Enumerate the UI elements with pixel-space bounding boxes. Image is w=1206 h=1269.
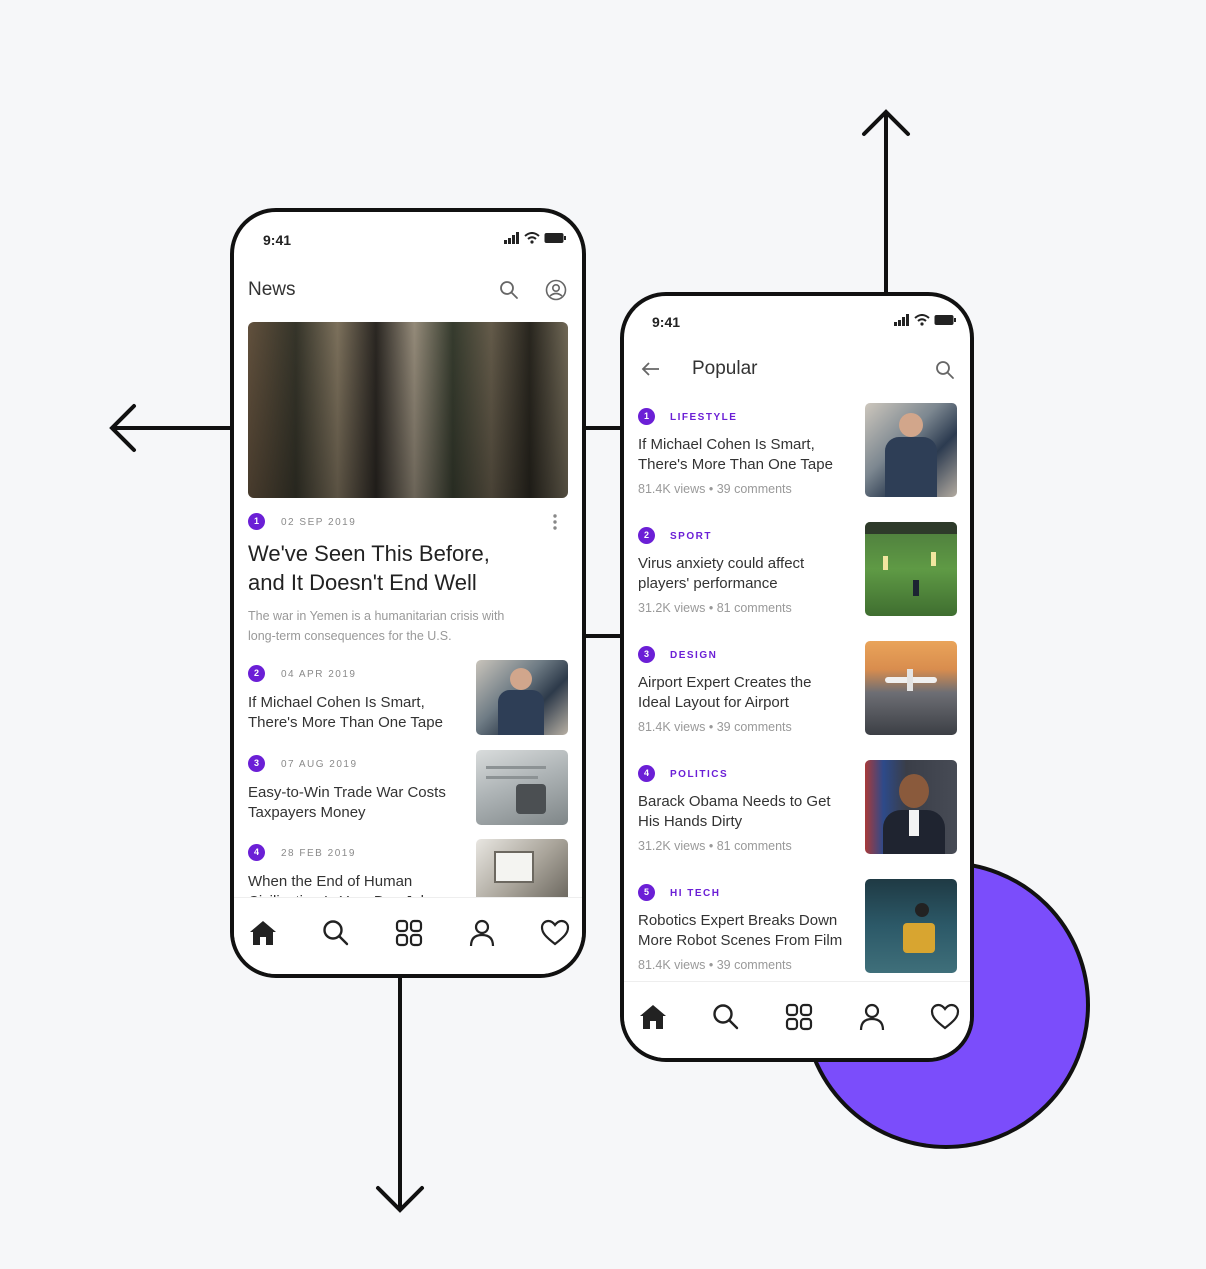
rank-badge: 3 <box>248 755 265 772</box>
article-headline: If Michael Cohen Is Smart, There's More … <box>248 693 443 733</box>
headline-line1: Easy-to-Win Trade War Costs <box>248 784 446 801</box>
article-thumbnail <box>476 750 568 825</box>
wifi-icon <box>524 232 540 244</box>
signal-icon <box>504 232 519 244</box>
profile-icon[interactable] <box>857 1002 887 1032</box>
headline-line2: players' performance <box>638 575 778 592</box>
right-phone-screen: 9:41 Popular 1 LIFESTYLE If Michael Cohe… <box>620 292 974 1062</box>
more-options-icon[interactable] <box>552 513 558 531</box>
page-title: News <box>248 279 296 300</box>
hero-summary-line2: long-term consequences for the U.S. <box>248 629 452 643</box>
bottom-navigation <box>624 981 970 1058</box>
headline-line1: Barack Obama Needs to Get <box>638 793 831 810</box>
rank-badge: 2 <box>638 527 655 544</box>
article-headline: Barack Obama Needs to Get His Hands Dirt… <box>638 792 831 832</box>
article-headline: Airport Expert Creates the Ideal Layout … <box>638 673 811 713</box>
search-icon[interactable] <box>321 918 351 948</box>
headline-line2: Taxpayers Money <box>248 804 366 821</box>
article-stats: 81.4K views • 39 comments <box>638 958 792 972</box>
rank-badge: 1 <box>248 513 265 530</box>
bottom-navigation <box>234 897 582 974</box>
category-label: SPORT <box>670 531 712 542</box>
status-icons <box>894 314 956 326</box>
heart-icon[interactable] <box>540 918 570 948</box>
rank-badge: 5 <box>638 884 655 901</box>
article-date: 07 AUG 2019 <box>281 759 358 770</box>
rank-badge: 4 <box>248 844 265 861</box>
back-arrow-icon[interactable] <box>640 360 662 378</box>
search-icon[interactable] <box>498 279 520 301</box>
headline-line1: Virus anxiety could affect <box>638 555 805 572</box>
hero-headline[interactable]: We've Seen This Before, and It Doesn't E… <box>248 539 490 597</box>
status-icons <box>504 232 566 244</box>
headline-line2: His Hands Dirty <box>638 813 743 830</box>
rank-badge: 2 <box>248 665 265 682</box>
category-label: HI TECH <box>670 888 721 899</box>
headline-line1: If Michael Cohen Is Smart, <box>248 694 425 711</box>
headline-line1: If Michael Cohen Is Smart, <box>638 436 815 453</box>
article-headline: Robotics Expert Breaks Down More Robot S… <box>638 911 842 951</box>
headline-line2: There's More Than One Tape <box>248 714 443 731</box>
home-icon[interactable] <box>638 1002 668 1032</box>
battery-icon <box>544 233 566 243</box>
page-title: Popular <box>692 358 758 379</box>
headline-line2: Ideal Layout for Airport <box>638 694 789 711</box>
grid-icon[interactable] <box>784 1002 814 1032</box>
article-headline: Easy-to-Win Trade War Costs Taxpayers Mo… <box>248 783 446 823</box>
hero-headline-line1: We've Seen This Before, <box>248 541 490 566</box>
status-time: 9:41 <box>652 314 681 330</box>
article-thumbnail <box>865 403 957 497</box>
category-label: DESIGN <box>670 650 718 661</box>
article-thumbnail <box>476 660 568 735</box>
signal-icon <box>894 314 909 326</box>
category-label: LIFESTYLE <box>670 412 738 423</box>
article-thumbnail <box>865 879 957 973</box>
home-icon[interactable] <box>248 918 278 948</box>
article-date: 02 SEP 2019 <box>281 517 357 528</box>
status-time: 9:41 <box>263 232 292 248</box>
article-date: 04 APR 2019 <box>281 669 357 680</box>
article-stats: 81.4K views • 39 comments <box>638 720 792 734</box>
headline-line1: When the End of Human <box>248 873 413 890</box>
grid-icon[interactable] <box>394 918 424 948</box>
article-thumbnail <box>865 522 957 616</box>
article-headline: If Michael Cohen Is Smart, There's More … <box>638 435 833 475</box>
battery-icon <box>934 315 956 325</box>
profile-icon[interactable] <box>467 918 497 948</box>
rank-badge: 3 <box>638 646 655 663</box>
article-stats: 81.4K views • 39 comments <box>638 482 792 496</box>
search-icon[interactable] <box>711 1002 741 1032</box>
rank-badge: 4 <box>638 765 655 782</box>
account-icon[interactable] <box>544 278 568 302</box>
article-stats: 31.2K views • 81 comments <box>638 839 792 853</box>
rank-badge: 1 <box>638 408 655 425</box>
hero-summary: The war in Yemen is a humanitarian crisi… <box>248 606 504 646</box>
hero-summary-line1: The war in Yemen is a humanitarian crisi… <box>248 609 505 623</box>
article-stats: 31.2K views • 81 comments <box>638 601 792 615</box>
article-thumbnail <box>865 760 957 854</box>
article-date: 28 FEB 2019 <box>281 848 356 859</box>
headline-line2: More Robot Scenes From Film <box>638 932 843 949</box>
wifi-icon <box>914 314 930 326</box>
hero-headline-line2: and It Doesn't End Well <box>248 570 477 595</box>
article-thumbnail <box>865 641 957 735</box>
category-label: POLITICS <box>670 769 729 780</box>
headline-line2: There's More Than One Tape <box>638 456 833 473</box>
heart-icon[interactable] <box>930 1002 960 1032</box>
left-phone-screen: 9:41 News 1 02 SEP 2019 We've Seen This … <box>230 208 586 978</box>
hero-image[interactable] <box>248 322 568 498</box>
headline-line1: Robotics Expert Breaks Down <box>638 912 838 929</box>
search-icon[interactable] <box>934 359 956 381</box>
article-headline: Virus anxiety could affect players' perf… <box>638 554 804 594</box>
headline-line1: Airport Expert Creates the <box>638 674 812 691</box>
flow-diagram-decoration <box>109 109 1090 1213</box>
